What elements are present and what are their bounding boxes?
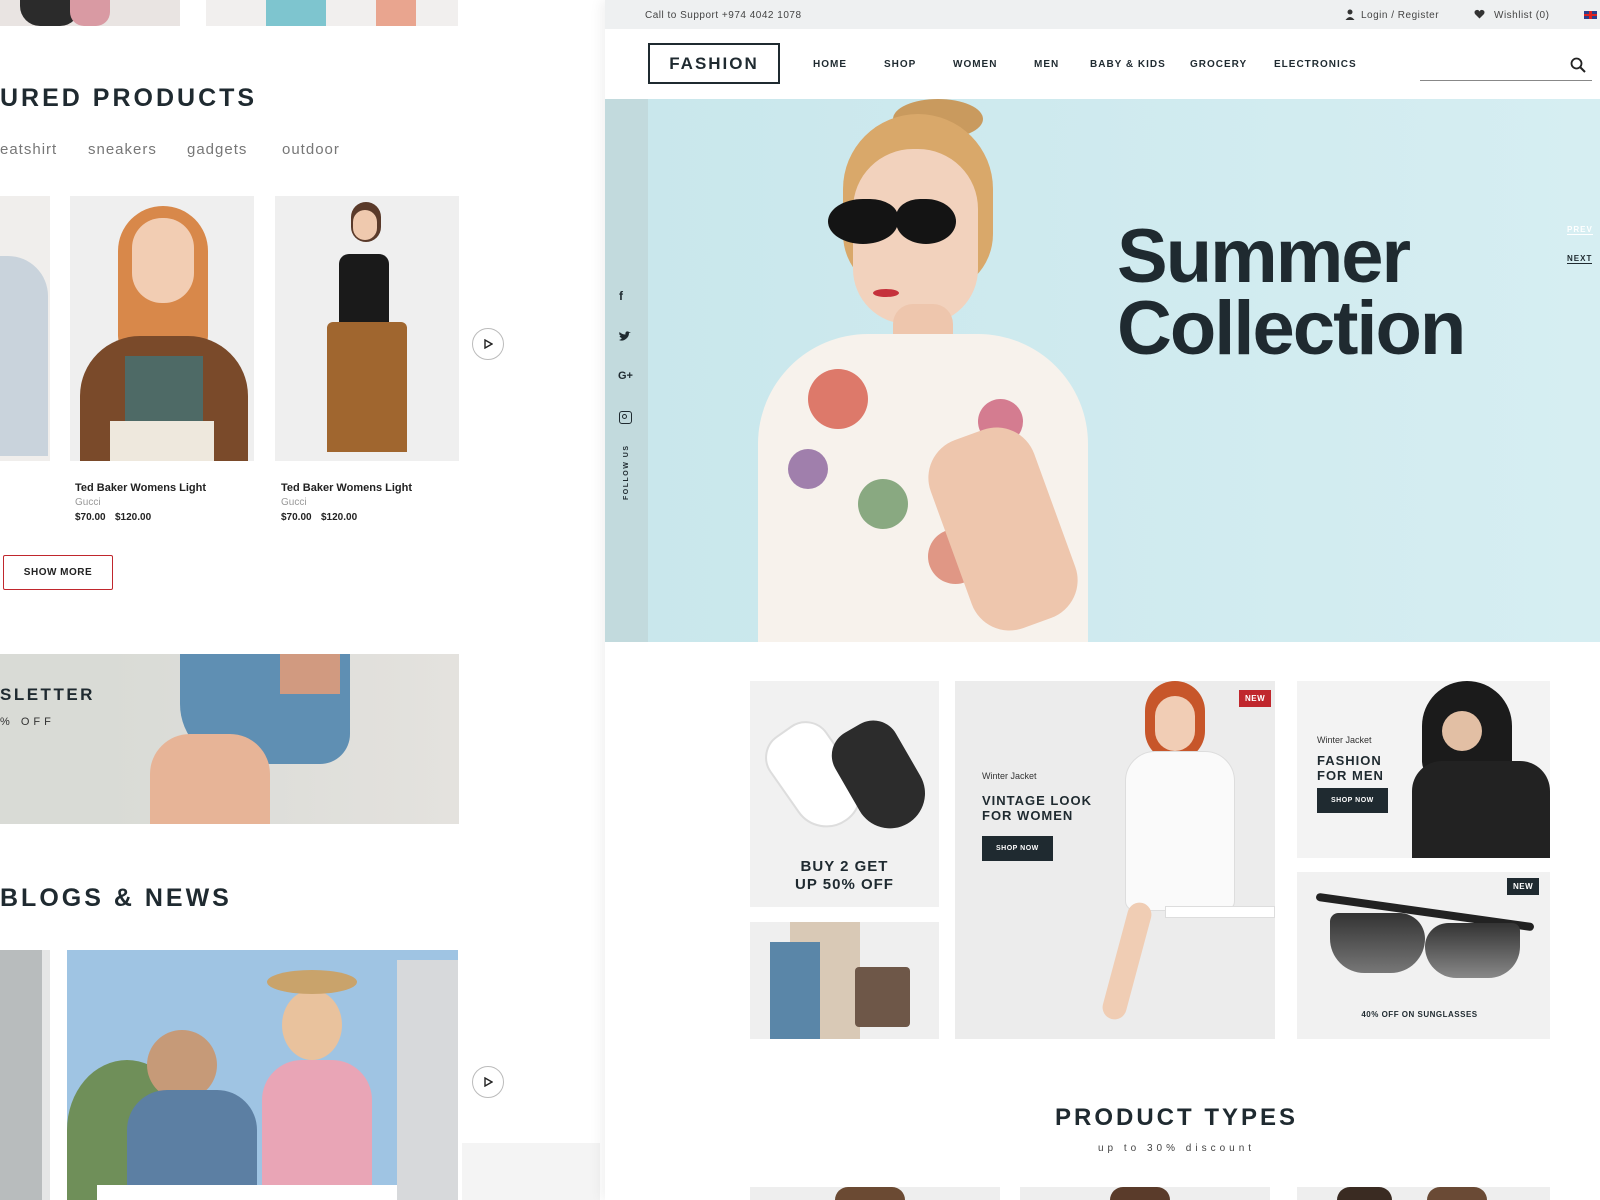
social-sidebar: f G+ FOLLOW US bbox=[605, 99, 648, 642]
nav-men[interactable]: MEN bbox=[1034, 59, 1059, 70]
sneaker-image bbox=[754, 691, 938, 842]
show-more-button[interactable]: SHOW MORE bbox=[3, 555, 113, 590]
blog-image-1[interactable] bbox=[67, 950, 458, 1200]
men-kicker: Winter Jacket bbox=[1317, 735, 1372, 745]
product-brand-2: Gucci bbox=[281, 497, 307, 508]
promo-women-tile[interactable]: NEW Winter Jacket VINTAGE LOOK FOR WOMEN… bbox=[955, 681, 1275, 1039]
product-image-partial[interactable] bbox=[0, 196, 50, 461]
user-icon bbox=[1345, 9, 1355, 23]
women-shop-now-button[interactable]: SHOP NOW bbox=[982, 836, 1053, 861]
hero-banner: f G+ FOLLOW US Summer Collection PREV NE… bbox=[605, 99, 1600, 642]
sunglasses-promo-text: 40% OFF ON SUNGLASSES bbox=[1361, 1010, 1478, 1019]
newsletter-subtitle: % OFF bbox=[0, 716, 55, 728]
sneaker-promo-line1: BUY 2 GET bbox=[800, 858, 889, 875]
play-icon bbox=[484, 1077, 493, 1087]
product-brand-1: Gucci bbox=[75, 497, 101, 508]
facebook-icon[interactable]: f bbox=[619, 289, 623, 303]
search-input[interactable] bbox=[1420, 55, 1592, 81]
new-badge: NEW bbox=[1507, 878, 1540, 895]
women-title-line2: FOR WOMEN bbox=[982, 808, 1074, 823]
product-image-2[interactable] bbox=[275, 196, 459, 461]
new-badge: NEW bbox=[1239, 690, 1272, 707]
product-name-1[interactable]: Ted Baker Womens Light bbox=[75, 482, 206, 494]
instagram-icon[interactable] bbox=[619, 411, 632, 424]
promo-bag-tile[interactable] bbox=[750, 922, 939, 1039]
play-icon bbox=[484, 339, 493, 349]
product-name-2[interactable]: Ted Baker Womens Light bbox=[281, 482, 412, 494]
men-title-line1: FASHION bbox=[1317, 753, 1382, 768]
promo-sunglasses-tile[interactable]: NEW 40% OFF ON SUNGLASSES bbox=[1297, 872, 1550, 1039]
google-plus-icon[interactable]: G+ bbox=[618, 370, 633, 382]
main-navigation: FASHION HOME SHOP WOMEN MEN BABY & KIDS … bbox=[605, 29, 1600, 99]
language-flag-icon[interactable] bbox=[1584, 11, 1597, 19]
logo[interactable]: FASHION bbox=[648, 43, 780, 84]
product-type-card-2[interactable] bbox=[1020, 1187, 1270, 1200]
women-title-line1: VINTAGE LOOK bbox=[982, 793, 1092, 808]
hero-next-button[interactable]: NEXT bbox=[1567, 254, 1593, 264]
product-old-price-1: $120.00 bbox=[115, 512, 152, 523]
featured-products-title: URED PRODUCTS bbox=[0, 84, 258, 112]
twitter-icon[interactable] bbox=[618, 329, 631, 347]
hero-title-line2: Collection bbox=[1117, 286, 1466, 371]
product-type-card-1[interactable] bbox=[750, 1187, 1000, 1200]
nav-shop[interactable]: SHOP bbox=[884, 59, 916, 70]
hero-title-line1: Summer bbox=[1117, 214, 1411, 299]
support-phone[interactable]: Call to Support +974 4042 1078 bbox=[645, 10, 802, 21]
top-bar: Call to Support +974 4042 1078 Login / R… bbox=[605, 0, 1600, 29]
sneaker-promo-line2: UP 50% OFF bbox=[795, 876, 894, 893]
product-image-1[interactable] bbox=[70, 196, 254, 461]
sunglasses-image bbox=[1315, 892, 1535, 993]
bottom-grey-block bbox=[462, 1143, 600, 1200]
nav-home[interactable]: HOME bbox=[813, 59, 847, 70]
follow-us-label: FOLLOW US bbox=[623, 444, 630, 501]
men-model-image bbox=[1412, 681, 1550, 858]
login-register-link[interactable]: Login / Register bbox=[1361, 10, 1439, 21]
men-title-line2: FOR MEN bbox=[1317, 768, 1384, 783]
main-page: Call to Support +974 4042 1078 Login / R… bbox=[605, 0, 1600, 1200]
carousel-next-button[interactable] bbox=[472, 328, 504, 360]
search-icon[interactable] bbox=[1570, 57, 1586, 78]
category-tab-sweatshirt[interactable]: eatshirt bbox=[0, 141, 57, 158]
product-types-subtitle: up to 30% discount bbox=[1097, 1143, 1256, 1154]
category-tab-sneakers[interactable]: sneakers bbox=[88, 141, 157, 158]
nav-baby-kids[interactable]: BABY & KIDS bbox=[1090, 59, 1166, 70]
product-price-1: $70.00 bbox=[75, 512, 106, 523]
newsletter-banner: SLETTER % OFF bbox=[0, 654, 459, 824]
hero-prev-button[interactable]: PREV bbox=[1567, 225, 1593, 235]
blogs-news-title: BLOGS & NEWS bbox=[0, 884, 232, 912]
nav-electronics[interactable]: ELECTRONICS bbox=[1274, 59, 1357, 70]
product-type-card-3[interactable] bbox=[1297, 1187, 1550, 1200]
newsletter-title: SLETTER bbox=[0, 685, 95, 704]
nav-grocery[interactable]: GROCERY bbox=[1190, 59, 1247, 70]
product-old-price-2: $120.00 bbox=[321, 512, 358, 523]
blog-carousel-next-button[interactable] bbox=[472, 1066, 504, 1098]
category-tab-gadgets[interactable]: gadgets bbox=[187, 141, 247, 158]
wishlist-link[interactable]: Wishlist (0) bbox=[1494, 10, 1549, 21]
women-kicker: Winter Jacket bbox=[982, 771, 1037, 781]
top-image-1 bbox=[0, 0, 180, 26]
promo-men-tile[interactable]: Winter Jacket FASHION FOR MEN SHOP NOW bbox=[1297, 681, 1550, 858]
category-tab-outdoor[interactable]: outdoor bbox=[282, 141, 340, 158]
nav-women[interactable]: WOMEN bbox=[953, 59, 997, 70]
heart-icon bbox=[1474, 9, 1485, 22]
product-types-title: PRODUCT TYPES bbox=[1054, 1104, 1299, 1131]
product-price-2: $70.00 bbox=[281, 512, 312, 523]
promo-sneakers-tile[interactable]: BUY 2 GET UP 50% OFF bbox=[750, 681, 939, 907]
women-model-image bbox=[1099, 681, 1275, 1039]
left-page-preview: URED PRODUCTS eatshirt sneakers gadgets … bbox=[0, 0, 600, 1200]
top-image-2 bbox=[206, 0, 458, 26]
blog-image-partial[interactable] bbox=[0, 950, 50, 1200]
men-shop-now-button[interactable]: SHOP NOW bbox=[1317, 788, 1388, 813]
